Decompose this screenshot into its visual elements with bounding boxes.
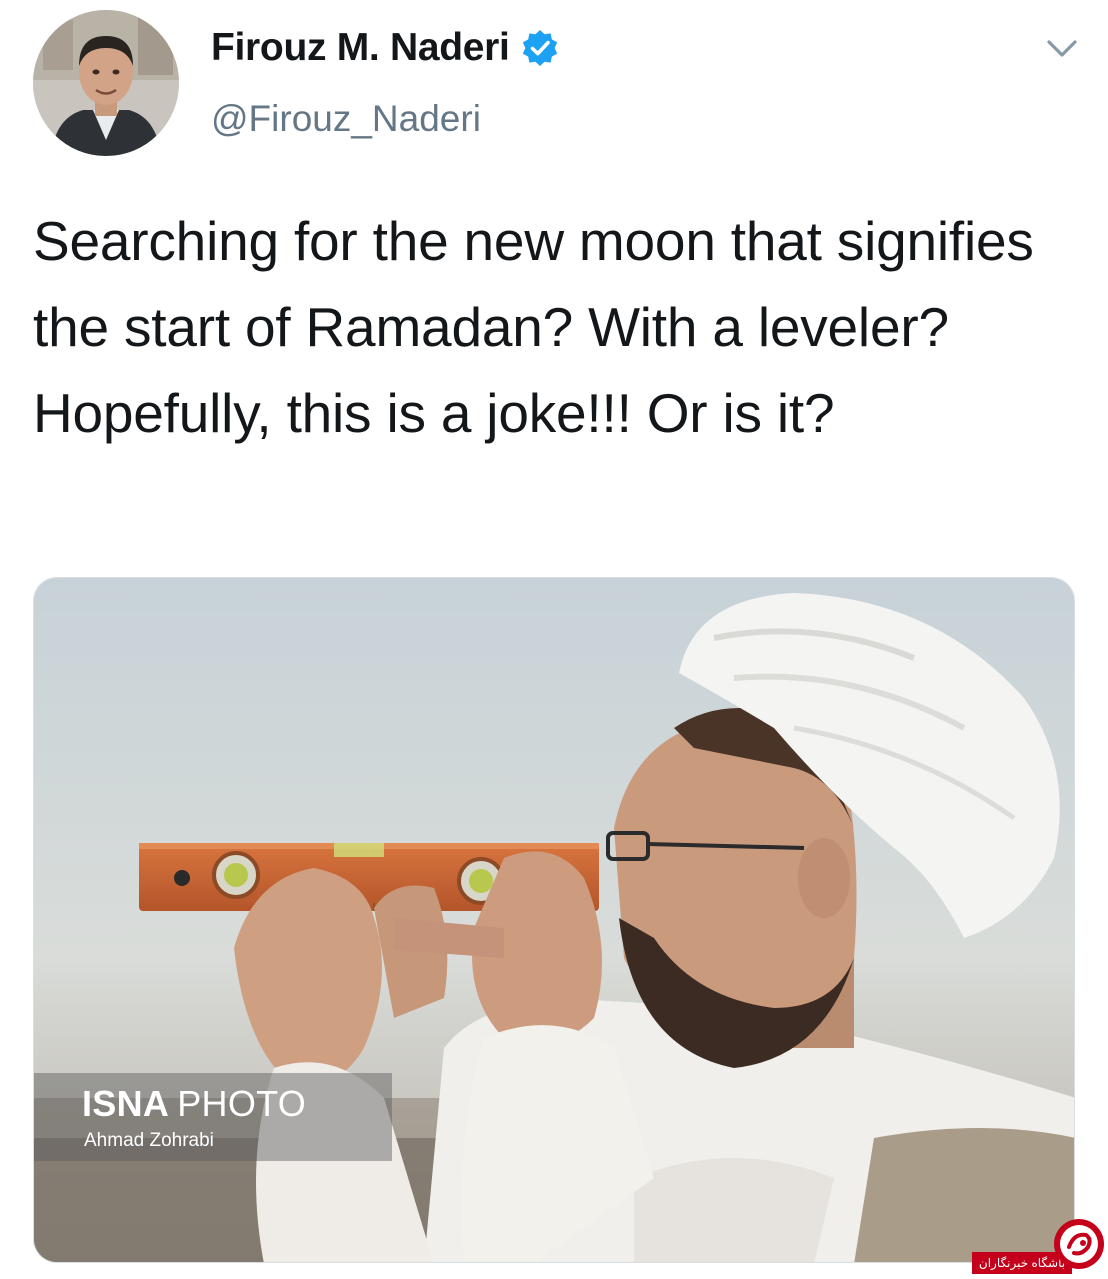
tweet-text: Searching for the new moon that signifie…: [33, 210, 1034, 444]
display-name[interactable]: Firouz M. Naderi: [211, 26, 510, 70]
author-name-row[interactable]: Firouz M. Naderi: [211, 26, 560, 70]
isna-watermark: ISNA PHOTO Ahmad Zohrabi: [34, 1073, 392, 1161]
corner-logo: باشگاه خبرنگاران: [972, 1213, 1108, 1279]
watermark-brand: ISNA: [82, 1083, 170, 1124]
photo-credit: Ahmad Zohrabi: [84, 1130, 214, 1151]
tweet-photo[interactable]: ISNA PHOTO Ahmad Zohrabi: [33, 577, 1075, 1263]
chevron-down-icon[interactable]: [1042, 34, 1082, 64]
logo-emblem-icon: [1054, 1219, 1104, 1269]
avatar-image: [33, 10, 179, 156]
watermark-title: ISNA PHOTO: [82, 1083, 306, 1125]
author-handle[interactable]: @Firouz_Naderi: [211, 98, 481, 140]
verified-badge-icon: [522, 30, 557, 66]
avatar[interactable]: [33, 10, 179, 156]
watermark-label: PHOTO: [177, 1083, 307, 1124]
